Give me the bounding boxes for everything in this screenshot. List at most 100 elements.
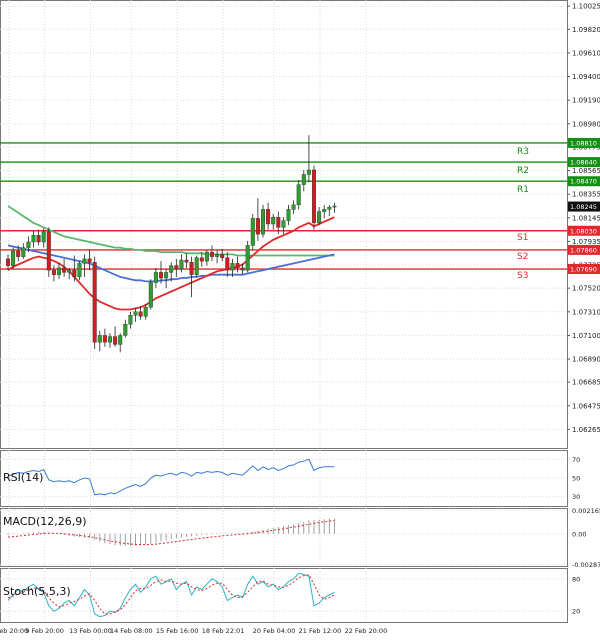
price-tick-label: 1.06265: [572, 426, 600, 434]
forex-chart: 8 Feb 20:009 Feb 20:00 13 Feb 00:0014 Feb…: [0, 0, 600, 637]
candle-body: [179, 259, 184, 270]
x-tick-label: 9 Feb 20:00: [25, 627, 64, 635]
candle-body: [174, 265, 179, 270]
candle-body: [245, 245, 250, 271]
stoch-title: Stoch(5,5,3): [3, 585, 71, 598]
candle-body: [82, 258, 87, 264]
level-name-r2: R2: [517, 166, 529, 176]
candle-body: [322, 209, 327, 212]
stoch-tick-label: 80: [572, 575, 580, 583]
candle-body: [225, 257, 230, 271]
candle-body: [255, 218, 260, 235]
candle-body: [312, 169, 317, 224]
candle-body: [209, 251, 214, 257]
candle-body: [92, 262, 97, 343]
candle-body: [215, 254, 220, 257]
candle-body: [169, 265, 174, 273]
candle-body: [72, 269, 77, 278]
price-tick-label: 1.07520: [572, 285, 600, 293]
rsi-line: [7, 458, 335, 496]
price-tick-label: 1.07100: [572, 332, 600, 340]
candle-body: [113, 336, 118, 345]
macd-tick-label: -0.002879: [572, 561, 600, 569]
macd-tick-label: 0.002165: [572, 507, 600, 515]
level-name-s3: S3: [517, 271, 528, 281]
candle-body: [164, 272, 169, 279]
level-name-s2: S2: [517, 252, 528, 262]
candle-body: [21, 247, 26, 257]
candle-body: [11, 250, 16, 266]
price-tick-label: 1.08145: [572, 214, 600, 222]
candle-body: [306, 169, 311, 175]
chart-svg: 8 Feb 20:009 Feb 20:00 13 Feb 00:0014 Feb…: [0, 0, 600, 635]
candle-body: [276, 217, 281, 228]
candle-body: [128, 314, 133, 325]
price-tick-label: 1.08980: [572, 120, 600, 128]
candle-body: [118, 335, 123, 345]
candle-body: [77, 263, 82, 278]
price-tick-label: 1.06890: [572, 356, 600, 364]
candle-body: [87, 258, 92, 263]
candle-body: [46, 231, 51, 271]
candle-body: [327, 206, 332, 210]
price-tick-label: 1.06475: [572, 402, 600, 410]
price-tick-label: 1.08355: [572, 191, 600, 199]
candle-body: [41, 231, 46, 243]
price-tick-label: 1.07935: [572, 238, 600, 246]
level-name-r3: R3: [517, 147, 529, 157]
candle-body: [138, 311, 143, 317]
candle-body: [271, 217, 276, 225]
candle-body: [36, 235, 41, 243]
level-price-label-r2: 1.08640: [570, 159, 597, 167]
rsi-tick-label: 30: [572, 493, 580, 501]
level-name-s1: S1: [517, 233, 528, 243]
candle-body: [220, 254, 225, 258]
candles: [5, 135, 337, 353]
rsi-tick-label: 50: [572, 475, 580, 483]
candle-body: [143, 307, 148, 317]
candle-body: [107, 336, 112, 343]
price-tick-label: 1.08565: [572, 167, 600, 175]
candle-body: [148, 282, 153, 308]
candle-body: [102, 335, 107, 343]
candle-body: [266, 209, 271, 225]
candle-body: [133, 311, 138, 316]
candle-body: [51, 269, 56, 275]
candle-body: [184, 259, 189, 263]
candle-body: [235, 263, 240, 269]
candle-body: [204, 251, 209, 262]
candle-body: [16, 250, 21, 257]
x-tick-label: 18 Feb 22:01: [202, 627, 245, 635]
stoch-tick-label: 20: [572, 608, 580, 616]
candle-body: [332, 205, 337, 208]
x-tick-label: 14 Feb 08:00: [110, 627, 153, 635]
candle-body: [67, 269, 72, 273]
candle-body: [317, 211, 322, 224]
candle-body: [281, 220, 286, 228]
candle-body: [26, 241, 31, 248]
candle-body: [291, 204, 296, 210]
candle-body: [31, 235, 36, 243]
x-tick-label: 15 Feb 16:00: [156, 627, 199, 635]
macd-title: MACD(12,26,9): [3, 515, 87, 528]
price-tick-label: 1.07310: [572, 308, 600, 316]
candle-body: [199, 257, 204, 262]
x-tick-label: 22 Feb 20:00: [345, 627, 388, 635]
candle-body: [230, 263, 235, 271]
candle-body: [62, 267, 67, 273]
candle-body: [194, 257, 199, 275]
vertical-grid: [8, 0, 367, 622]
price-tick-label: 1.10025: [572, 3, 600, 11]
level-price-label-s3: 1.07690: [570, 266, 597, 274]
level-price-label-s2: 1.07860: [570, 246, 597, 254]
candle-body: [301, 174, 306, 185]
candle-body: [153, 272, 158, 283]
macd-tick-label: 0.00: [572, 530, 586, 538]
rsi-title: RSI(14): [3, 471, 43, 484]
candle-body: [261, 209, 266, 235]
current-price-label: 1.08245: [570, 203, 597, 211]
candle-body: [158, 272, 163, 279]
candle-body: [5, 258, 10, 266]
price-tick-label: 1.09610: [572, 49, 600, 57]
candle-body: [250, 218, 255, 246]
